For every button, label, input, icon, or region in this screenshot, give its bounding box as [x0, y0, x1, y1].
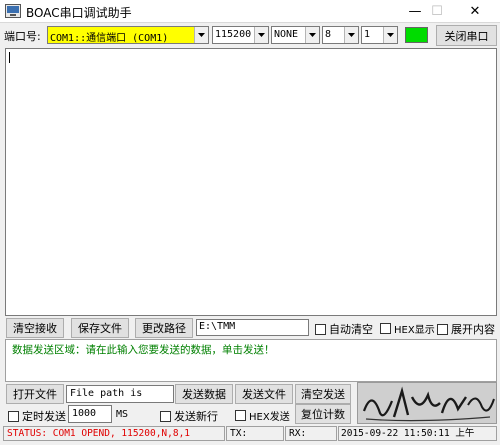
rx-counter: RX: — [285, 426, 337, 441]
file-path-input[interactable]: File path is — [66, 385, 174, 403]
hex-display-checkbox[interactable]: HEX显示 — [380, 321, 435, 336]
ms-label: MS — [116, 409, 129, 420]
text-cursor — [9, 52, 10, 63]
chevron-down-icon[interactable] — [344, 27, 358, 43]
hex-send-checkbox[interactable]: HEX发送 — [235, 408, 290, 423]
port-select-value: COM1::通信端口 (COM1) — [50, 33, 169, 44]
close-window-button[interactable]: ✕ — [458, 0, 492, 22]
receive-area[interactable] — [5, 48, 497, 316]
expand-content-checkbox[interactable]: 展开内容 — [437, 321, 495, 337]
stopbits-select-value: 1 — [364, 29, 371, 40]
clear-send-button[interactable]: 清空发送 — [295, 384, 351, 404]
parity-select-value: NONE — [274, 29, 299, 40]
send-file-button[interactable]: 发送文件 — [235, 384, 293, 404]
port-status-indicator — [405, 27, 428, 43]
port-select[interactable]: COM1::通信端口 (COM1) — [47, 26, 209, 44]
signature-logo — [358, 383, 496, 423]
auto-clear-label: 自动清空 — [329, 323, 373, 336]
save-file-button[interactable]: 保存文件 — [71, 318, 129, 338]
status-text: STATUS: COM1 OPEND, 115200,N,8,1 — [3, 426, 225, 441]
parity-select[interactable]: NONE — [271, 26, 320, 44]
baud-select-value: 115200 — [215, 29, 252, 40]
auto-clear-checkbox[interactable]: 自动清空 — [315, 321, 373, 337]
datetime-display: 2015-09-22 11:50:11 上午 — [338, 426, 497, 441]
send-newline-checkbox[interactable]: 发送新行 — [160, 408, 218, 424]
close-icon: ✕ — [469, 3, 481, 19]
send-area-text: 数据发送区域：请在此输入您要发送的数据，单击发送！ — [12, 344, 275, 356]
open-file-button[interactable]: 打开文件 — [6, 384, 64, 404]
checkbox-icon — [8, 410, 19, 422]
checkbox-icon — [235, 410, 246, 421]
title-bar: BOAC串口调试助手 — ☐ ✕ — [0, 0, 500, 22]
chevron-down-icon[interactable] — [305, 27, 319, 43]
save-path-input[interactable]: E:\TMM — [196, 319, 309, 336]
logo-image — [357, 382, 497, 424]
hex-display-label: HEX显示 — [394, 325, 435, 336]
baud-select[interactable]: 115200 — [212, 26, 269, 44]
change-path-button[interactable]: 更改路径 — [135, 318, 193, 338]
interval-input[interactable]: 1000 — [68, 405, 112, 423]
close-port-button[interactable]: 关闭串口 — [436, 25, 497, 46]
expand-content-label: 展开内容 — [451, 323, 495, 336]
app-icon — [5, 4, 21, 18]
timed-send-label: 定时发送 — [22, 410, 66, 423]
databits-select-value: 8 — [325, 29, 332, 40]
checkbox-icon — [315, 323, 326, 335]
window-title: BOAC串口调试助手 — [26, 6, 132, 20]
clear-receive-button[interactable]: 清空接收 — [6, 318, 64, 338]
main-panel: 端口号: COM1::通信端口 (COM1) 115200 NONE 8 1 关… — [0, 22, 500, 445]
reset-count-button[interactable]: 复位计数 — [295, 404, 351, 424]
tx-counter: TX: — [226, 426, 284, 441]
chevron-down-icon[interactable] — [383, 27, 397, 43]
maximize-button[interactable]: ☐ — [420, 0, 454, 22]
port-label: 端口号: — [4, 30, 41, 43]
stopbits-select[interactable]: 1 — [361, 26, 398, 44]
checkbox-icon — [437, 323, 448, 335]
hex-send-label: HEX发送 — [249, 412, 290, 423]
chevron-down-icon[interactable] — [254, 27, 268, 43]
send-newline-label: 发送新行 — [174, 410, 218, 423]
databits-select[interactable]: 8 — [322, 26, 359, 44]
send-area[interactable]: 数据发送区域：请在此输入您要发送的数据，单击发送！ — [5, 339, 497, 382]
chevron-down-icon[interactable] — [194, 27, 208, 43]
timed-send-checkbox[interactable]: 定时发送 — [8, 408, 66, 424]
checkbox-icon — [160, 410, 171, 422]
maximize-icon: ☐ — [431, 3, 443, 19]
checkbox-icon — [380, 323, 391, 334]
send-data-button[interactable]: 发送数据 — [175, 384, 233, 404]
